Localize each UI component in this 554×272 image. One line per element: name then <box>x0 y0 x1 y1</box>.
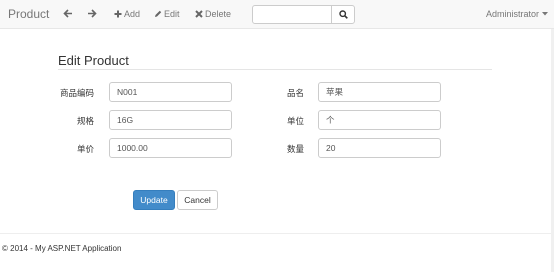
user-name: Administrator <box>485 9 539 19</box>
spec-label: 规格 <box>76 116 94 126</box>
spec-input[interactable] <box>109 110 232 130</box>
cancel-button[interactable]: Cancel <box>177 190 218 210</box>
name-label: 品名 <box>286 88 304 98</box>
search-input[interactable] <box>252 5 332 24</box>
quantity-label: 数量 <box>286 144 304 154</box>
code-input[interactable] <box>109 82 232 102</box>
update-button[interactable]: Update <box>133 190 175 210</box>
forward-button[interactable] <box>87 9 97 18</box>
delete-button[interactable]: Delete <box>195 9 231 19</box>
price-label: 单价 <box>76 144 94 154</box>
add-label: Add <box>124 9 141 19</box>
footer-divider <box>0 233 554 234</box>
arrow-right-icon <box>88 9 97 18</box>
quantity-input[interactable] <box>318 138 441 158</box>
title-divider <box>58 69 492 70</box>
edit-label: Edit <box>164 9 180 19</box>
unit-input[interactable] <box>318 110 441 130</box>
back-button[interactable] <box>63 9 73 18</box>
caret-down-icon <box>542 12 548 16</box>
pencil-icon <box>155 10 162 17</box>
edit-button[interactable]: Edit <box>154 9 180 19</box>
delete-label: Delete <box>205 9 232 19</box>
close-icon <box>195 10 203 18</box>
navbar: Product Add Edit Delete Administrator <box>0 0 554 29</box>
add-button[interactable]: Add <box>114 9 140 19</box>
unit-label: 单位 <box>286 116 304 126</box>
arrow-left-icon <box>63 9 72 18</box>
search-icon <box>338 10 348 19</box>
page-title: Edit Product <box>58 53 129 68</box>
user-menu[interactable]: Administrator <box>486 9 548 19</box>
price-input[interactable] <box>109 138 232 158</box>
code-label: 商品编码 <box>59 88 94 98</box>
plus-icon <box>114 10 122 18</box>
search-button[interactable] <box>331 5 355 24</box>
footer-text: © 2014 - My ASP.NET Application <box>2 244 122 253</box>
brand-link[interactable]: Product <box>8 7 49 21</box>
name-input[interactable] <box>318 82 441 102</box>
